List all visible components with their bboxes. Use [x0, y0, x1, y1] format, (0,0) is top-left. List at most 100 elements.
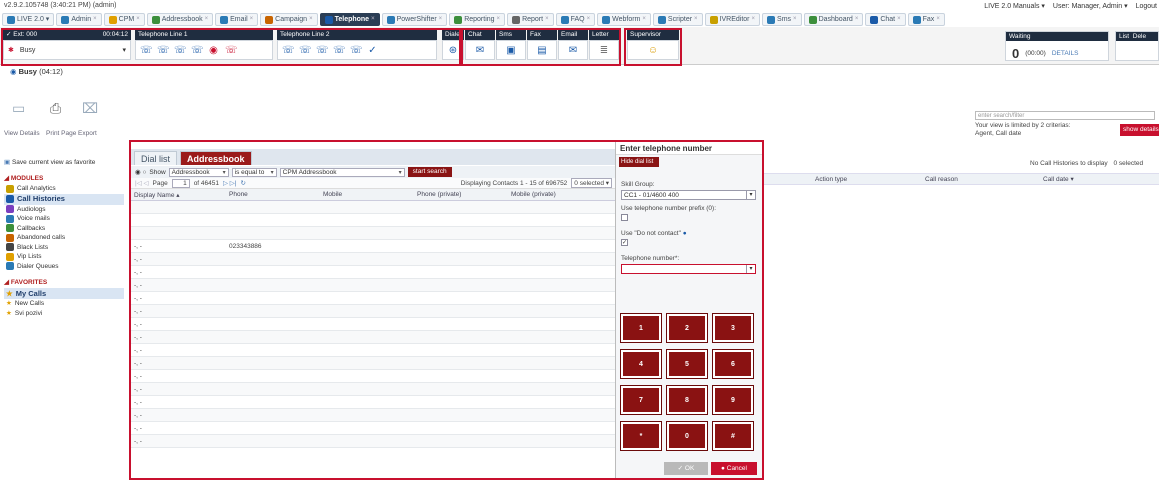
- skill-group-select[interactable]: CC1 - 01/4600 400 ▾: [621, 190, 756, 200]
- sidebar-item-vip-lists[interactable]: Vip Lists: [4, 252, 124, 262]
- save-favorite-link[interactable]: Save current view as favorite: [12, 159, 95, 166]
- table-row[interactable]: -, -: [131, 279, 615, 292]
- keypad-key[interactable]: 9: [713, 386, 753, 414]
- tab-live-2-0-[interactable]: LIVE 2.0 ▾: [2, 13, 55, 26]
- table-row[interactable]: -, -: [131, 409, 615, 422]
- favorite-item-svi-pozivi[interactable]: ★ Svi pozivi: [4, 309, 124, 319]
- sidebar-item-callbacks[interactable]: Callbacks: [4, 224, 124, 234]
- tab-powershifter[interactable]: PowerShifter ×: [381, 13, 448, 26]
- close-icon[interactable]: ×: [250, 13, 254, 26]
- tab-dial-list[interactable]: Dial list: [134, 151, 178, 165]
- refresh-icon[interactable]: ↻: [241, 179, 246, 187]
- sidebar-item-dialer-queues[interactable]: Dialer Queues: [4, 262, 124, 272]
- history-selected[interactable]: 0 selected: [1113, 160, 1143, 167]
- table-row[interactable]: -, -: [131, 318, 615, 331]
- close-icon[interactable]: ×: [309, 13, 313, 26]
- tab-reporting[interactable]: Reporting ×: [449, 13, 506, 26]
- close-icon[interactable]: ×: [205, 13, 209, 26]
- keypad-key[interactable]: 1: [621, 314, 661, 342]
- sidebar-item-call-histories[interactable]: Call Histories: [4, 193, 124, 205]
- logout-link[interactable]: Logout: [1136, 3, 1157, 10]
- tab-report[interactable]: Report ×: [507, 13, 554, 26]
- tab-faq[interactable]: FAQ ×: [555, 13, 596, 26]
- table-row[interactable]: -, -: [131, 396, 615, 409]
- sidebar-item-call-analytics[interactable]: Call Analytics: [4, 184, 124, 194]
- col-phone-private[interactable]: Phone (private): [417, 191, 461, 198]
- close-icon[interactable]: ×: [497, 13, 501, 26]
- table-row[interactable]: [131, 227, 615, 240]
- col-call-date[interactable]: Call date ▾: [1043, 175, 1074, 183]
- keypad-key[interactable]: 0: [667, 422, 707, 450]
- tab-addressbook[interactable]: Addressbook: [180, 151, 252, 165]
- phone-number-input[interactable]: ▾: [621, 264, 756, 274]
- tab-admin[interactable]: Admin ×: [56, 13, 102, 26]
- col-mobile[interactable]: Mobile: [323, 191, 342, 198]
- keypad-key[interactable]: 8: [667, 386, 707, 414]
- close-icon[interactable]: ×: [793, 13, 797, 26]
- close-icon[interactable]: ×: [936, 13, 940, 26]
- tab-campaign[interactable]: Campaign ×: [260, 13, 318, 26]
- keypad-key[interactable]: 4: [621, 350, 661, 378]
- col-mobile-private[interactable]: Mobile (private): [511, 191, 556, 198]
- close-icon[interactable]: ×: [855, 13, 859, 26]
- keypad-key[interactable]: 3: [713, 314, 753, 342]
- tab-scripter[interactable]: Scripter ×: [652, 13, 703, 26]
- table-row[interactable]: -, -: [131, 331, 615, 344]
- sidebar-item-voice-mails[interactable]: Voice mails: [4, 214, 124, 224]
- table-row[interactable]: [131, 214, 615, 227]
- table-row[interactable]: -, -: [131, 422, 615, 435]
- close-icon[interactable]: ×: [752, 13, 756, 26]
- selected-dropdown[interactable]: 0 selected ▾: [571, 178, 612, 188]
- table-row[interactable]: -, - 023343886: [131, 240, 615, 253]
- tab-addressbook[interactable]: Addressbook ×: [146, 13, 214, 26]
- waiting-details-link[interactable]: DETAILS: [1052, 50, 1079, 57]
- next-page-icon[interactable]: ▷ ▷|: [223, 179, 237, 187]
- col-display-name[interactable]: Display Name ▴: [134, 191, 180, 199]
- tab-telephone[interactable]: Telephone ×: [319, 13, 380, 26]
- first-page-icon[interactable]: |◁ ◁: [135, 179, 149, 187]
- view-details-button[interactable]: View Details: [4, 130, 40, 137]
- close-icon[interactable]: ×: [642, 13, 646, 26]
- ok-button[interactable]: ✓ OK: [664, 462, 708, 475]
- close-icon[interactable]: ×: [439, 13, 443, 26]
- cancel-button[interactable]: ● Cancel: [711, 462, 757, 475]
- table-row[interactable]: -, -: [131, 292, 615, 305]
- table-row[interactable]: -, -: [131, 266, 615, 279]
- tab-sms[interactable]: Sms ×: [762, 13, 802, 26]
- keypad-key[interactable]: 2: [667, 314, 707, 342]
- search-filter-input[interactable]: enter search/filter: [975, 111, 1155, 120]
- favorite-item-my-calls[interactable]: ★ My Calls: [4, 288, 124, 299]
- hide-dial-list-button[interactable]: Hide dial list: [619, 157, 659, 167]
- tab-dashboard[interactable]: Dashboard ×: [803, 13, 864, 26]
- tab-fax[interactable]: Fax ×: [907, 13, 945, 26]
- close-icon[interactable]: ×: [136, 13, 140, 26]
- close-icon[interactable]: ×: [93, 13, 97, 26]
- source-select[interactable]: Addressbook ▾: [168, 167, 229, 177]
- tab-webform[interactable]: Webform ×: [597, 13, 651, 26]
- keypad-key[interactable]: 7: [621, 386, 661, 414]
- col-call-reason[interactable]: Call reason: [925, 176, 958, 183]
- export-icon[interactable]: ⌧: [82, 100, 98, 117]
- sidebar-item-black-lists[interactable]: Black Lists: [4, 243, 124, 253]
- tab-ivreditor[interactable]: IVREditor ×: [704, 13, 761, 26]
- tab-chat[interactable]: Chat ×: [865, 13, 906, 26]
- table-row[interactable]: -, -: [131, 305, 615, 318]
- close-icon[interactable]: ×: [694, 13, 698, 26]
- radio-icon[interactable]: ◉ ○: [135, 168, 146, 176]
- keypad-key[interactable]: *: [621, 422, 661, 450]
- table-row[interactable]: -, -: [131, 357, 615, 370]
- close-icon[interactable]: ×: [545, 13, 549, 26]
- table-row[interactable]: -, -: [131, 253, 615, 266]
- page-input[interactable]: 1: [171, 178, 190, 188]
- sidebar-item-audiologs[interactable]: Audiologs: [4, 205, 124, 215]
- keypad-key[interactable]: #: [713, 422, 753, 450]
- table-row[interactable]: -, -: [131, 344, 615, 357]
- sidebar-item-abandoned-calls[interactable]: Abandoned calls: [4, 233, 124, 243]
- target-select[interactable]: CPM Addressbook ▾: [279, 167, 405, 177]
- start-search-button[interactable]: start search: [407, 167, 452, 177]
- col-action-type[interactable]: Action type: [815, 176, 847, 183]
- table-row[interactable]: -, -: [131, 370, 615, 383]
- operator-select[interactable]: is equal to ▾: [231, 167, 277, 177]
- tab-email[interactable]: Email ×: [215, 13, 259, 26]
- close-icon[interactable]: ×: [897, 13, 901, 26]
